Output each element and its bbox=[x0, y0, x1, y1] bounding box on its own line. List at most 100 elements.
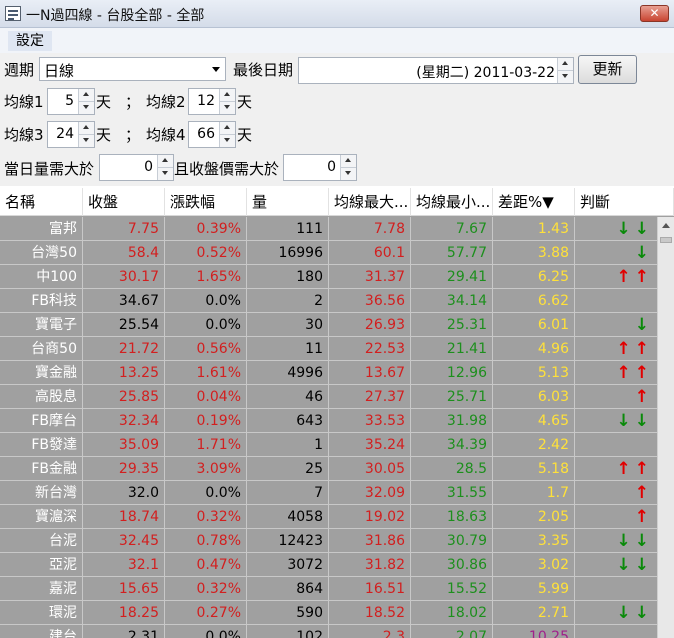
spin-up-icon[interactable] bbox=[220, 122, 235, 135]
scroll-thumb[interactable] bbox=[660, 237, 672, 243]
spin-up-icon[interactable] bbox=[341, 155, 356, 168]
close-spinner[interactable] bbox=[340, 155, 356, 180]
table-row[interactable]: FB摩台 32.34 0.19% 643 33.53 31.98 4.65 ↓↓ bbox=[0, 409, 657, 433]
cell-gap: 3.35 bbox=[493, 529, 575, 553]
spin-down-icon[interactable] bbox=[79, 101, 94, 114]
cell-gap: 6.25 bbox=[493, 265, 575, 289]
cell-ma-min: 31.98 bbox=[411, 409, 493, 433]
spin-down-icon[interactable] bbox=[558, 70, 573, 83]
ma4-input[interactable]: 66 bbox=[188, 121, 236, 148]
cell-ma-max: 18.52 bbox=[329, 601, 411, 625]
ma2-input[interactable]: 12 bbox=[188, 88, 236, 115]
menu-settings[interactable]: 設定 bbox=[8, 31, 52, 51]
col-name[interactable]: 名稱 bbox=[0, 188, 83, 216]
ma2-spinner[interactable] bbox=[219, 89, 235, 114]
table-row[interactable]: 環泥 18.25 0.27% 590 18.52 18.02 2.71 ↓↓ bbox=[0, 601, 657, 625]
cell-ma-min: 18.63 bbox=[411, 505, 493, 529]
last-date-picker[interactable]: (星期二) 2011-03-22 bbox=[298, 57, 574, 84]
ma4-unit: 天 bbox=[237, 126, 253, 144]
spin-up-icon[interactable] bbox=[79, 122, 94, 135]
cell-volume: 2 bbox=[247, 289, 329, 313]
table-row[interactable]: 新台灣 32.0 0.0% 7 32.09 31.55 1.7 ↑ bbox=[0, 481, 657, 505]
cell-name: 中100 bbox=[0, 265, 83, 289]
close-threshold-value: 0 bbox=[327, 159, 336, 175]
last-date-value: (星期二) 2011-03-22 bbox=[416, 65, 555, 81]
spin-up-icon[interactable] bbox=[158, 155, 173, 168]
cell-change: 0.56% bbox=[165, 337, 247, 361]
spin-down-icon[interactable] bbox=[79, 134, 94, 147]
close-threshold-input[interactable]: 0 bbox=[283, 154, 357, 181]
col-volume[interactable]: 量 bbox=[247, 188, 329, 216]
col-ma-min[interactable]: 均線最小... bbox=[411, 188, 493, 216]
table-row[interactable]: 高股息 25.85 0.04% 46 27.37 25.71 6.03 ↑ bbox=[0, 385, 657, 409]
cell-close: 35.09 bbox=[83, 433, 165, 457]
cell-volume: 864 bbox=[247, 577, 329, 601]
chevron-down-icon bbox=[212, 67, 220, 72]
cell-change: 0.78% bbox=[165, 529, 247, 553]
cell-change: 3.09% bbox=[165, 457, 247, 481]
cell-volume: 643 bbox=[247, 409, 329, 433]
spin-up-icon[interactable] bbox=[79, 89, 94, 102]
table-row[interactable]: 富邦 7.75 0.39% 111 7.78 7.67 1.43 ↓↓ bbox=[0, 217, 657, 241]
table-row[interactable]: 寶電子 25.54 0.0% 30 26.93 25.31 6.01 ↓ bbox=[0, 313, 657, 337]
spin-down-icon[interactable] bbox=[220, 134, 235, 147]
cell-ma-min: 18.02 bbox=[411, 601, 493, 625]
signal-arrows-icon bbox=[575, 625, 657, 638]
spin-down-icon[interactable] bbox=[220, 101, 235, 114]
table-row[interactable]: 中100 30.17 1.65% 180 31.37 29.41 6.25 ↑↑ bbox=[0, 265, 657, 289]
ma3-input[interactable]: 24 bbox=[47, 121, 95, 148]
table-row[interactable]: FB金融 29.35 3.09% 25 30.05 28.5 5.18 ↑↑ bbox=[0, 457, 657, 481]
ma3-spinner[interactable] bbox=[78, 122, 94, 147]
col-ma-max[interactable]: 均線最大... bbox=[329, 188, 411, 216]
volume-spinner[interactable] bbox=[157, 155, 173, 180]
spin-up-icon[interactable] bbox=[220, 89, 235, 102]
table-row[interactable]: 亞泥 32.1 0.47% 3072 31.82 30.86 3.02 ↓↓ bbox=[0, 553, 657, 577]
col-signal[interactable]: 判斷 bbox=[575, 188, 674, 216]
col-gap[interactable]: 差距%▼ bbox=[493, 188, 575, 216]
signal-arrows-icon: ↑↑ bbox=[616, 363, 653, 383]
table-row[interactable]: FB科技 34.67 0.0% 2 36.56 34.14 6.62 bbox=[0, 289, 657, 313]
spin-up-icon[interactable] bbox=[558, 58, 573, 71]
refresh-button[interactable]: 更新 bbox=[578, 55, 637, 84]
table-row[interactable]: 台商50 21.72 0.56% 11 22.53 21.41 4.96 ↑↑ bbox=[0, 337, 657, 361]
cell-name: FB摩台 bbox=[0, 409, 83, 433]
cell-close: 32.1 bbox=[83, 553, 165, 577]
scroll-up-icon[interactable] bbox=[658, 217, 674, 234]
ma4-spinner[interactable] bbox=[219, 122, 235, 147]
cell-ma-max: 2.3 bbox=[329, 625, 411, 638]
cell-ma-max: 33.53 bbox=[329, 409, 411, 433]
col-change[interactable]: 漲跌幅 bbox=[165, 188, 247, 216]
vertical-scrollbar[interactable] bbox=[657, 217, 674, 638]
results-table[interactable]: 名稱 收盤 漲跌幅 量 均線最大... 均線最小... 差距%▼ 判斷 富邦 7.… bbox=[0, 188, 674, 638]
table-row[interactable]: 嘉泥 15.65 0.32% 864 16.51 15.52 5.99 bbox=[0, 577, 657, 601]
table-row[interactable]: 台灣50 58.4 0.52% 16996 60.1 57.77 3.88 ↓ bbox=[0, 241, 657, 265]
table-row[interactable]: 寶滬深 18.74 0.32% 4058 19.02 18.63 2.05 ↑ bbox=[0, 505, 657, 529]
controls-panel: 週期 日線 最後日期 (星期二) 2011-03-22 更新 均線1 5 天 ；… bbox=[0, 53, 674, 186]
cell-volume: 25 bbox=[247, 457, 329, 481]
table-row[interactable]: 寶金融 13.25 1.61% 4996 13.67 12.96 5.13 ↑↑ bbox=[0, 361, 657, 385]
cell-volume: 11 bbox=[247, 337, 329, 361]
ma1-input[interactable]: 5 bbox=[47, 88, 95, 115]
cell-change: 0.32% bbox=[165, 577, 247, 601]
col-close[interactable]: 收盤 bbox=[83, 188, 165, 216]
cell-name: FB科技 bbox=[0, 289, 83, 313]
table-row[interactable]: FB發達 35.09 1.71% 1 35.24 34.39 2.42 bbox=[0, 433, 657, 457]
cell-gap: 6.62 bbox=[493, 289, 575, 313]
close-button[interactable]: ✕ bbox=[640, 5, 669, 22]
cell-gap: 6.01 bbox=[493, 313, 575, 337]
table-row[interactable]: 建台 2.31 0.0% 102 2.3 2.07 10.25 bbox=[0, 625, 657, 638]
signal-arrows-icon: ↑ bbox=[634, 483, 653, 503]
date-spinner[interactable] bbox=[557, 58, 573, 83]
ma1-spinner[interactable] bbox=[78, 89, 94, 114]
cell-volume: 4058 bbox=[247, 505, 329, 529]
volume-threshold-input[interactable]: 0 bbox=[99, 154, 174, 181]
table-row[interactable]: 台泥 32.45 0.78% 12423 31.86 30.79 3.35 ↓↓ bbox=[0, 529, 657, 553]
period-select[interactable]: 日線 bbox=[39, 57, 226, 81]
cell-gap: 5.18 bbox=[493, 457, 575, 481]
signal-arrows-icon bbox=[575, 289, 657, 313]
spin-down-icon[interactable] bbox=[158, 167, 173, 180]
cell-ma-max: 35.24 bbox=[329, 433, 411, 457]
cell-ma-min: 30.79 bbox=[411, 529, 493, 553]
spin-down-icon[interactable] bbox=[341, 167, 356, 180]
cell-name: 高股息 bbox=[0, 385, 83, 409]
